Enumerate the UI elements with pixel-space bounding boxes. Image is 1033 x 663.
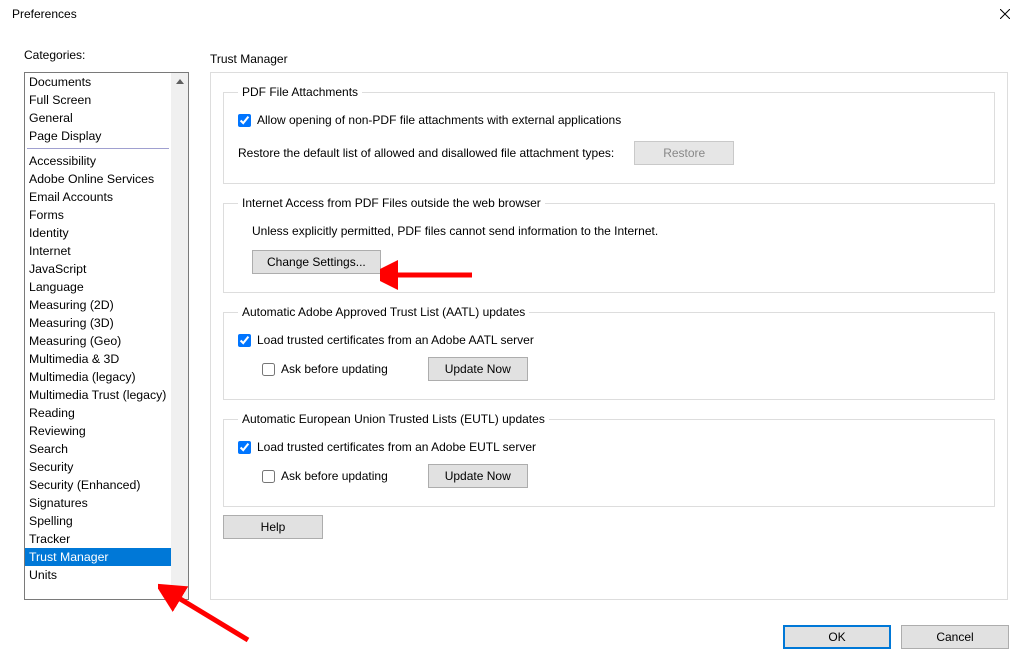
aatl-group: Automatic Adobe Approved Trust List (AAT… <box>223 305 995 400</box>
change-settings-button[interactable]: Change Settings... <box>252 250 381 274</box>
category-item[interactable]: Language <box>25 278 171 296</box>
eutl-update-button[interactable]: Update Now <box>428 464 528 488</box>
close-icon <box>1000 9 1010 19</box>
internet-access-group: Internet Access from PDF Files outside t… <box>223 196 995 293</box>
internet-access-legend: Internet Access from PDF Files outside t… <box>238 196 545 210</box>
category-item[interactable]: Measuring (2D) <box>25 296 171 314</box>
eutl-ask-checkbox[interactable] <box>262 470 275 483</box>
category-item[interactable]: Page Display <box>25 127 171 145</box>
eutl-ask-label: Ask before updating <box>281 469 388 483</box>
aatl-update-button[interactable]: Update Now <box>428 357 528 381</box>
category-item[interactable]: Security <box>25 458 171 476</box>
settings-panel: PDF File Attachments Allow opening of no… <box>210 72 1008 600</box>
category-item[interactable]: Measuring (3D) <box>25 314 171 332</box>
panel-title: Trust Manager <box>210 52 288 66</box>
dialog-footer: OK Cancel <box>783 625 1009 649</box>
restore-button[interactable]: Restore <box>634 141 734 165</box>
internet-access-description: Unless explicitly permitted, PDF files c… <box>252 224 658 238</box>
eutl-load-checkbox[interactable] <box>238 441 251 454</box>
category-item[interactable]: Tracker <box>25 530 171 548</box>
allow-nonpdf-checkbox[interactable] <box>238 114 251 127</box>
category-item[interactable]: Search <box>25 440 171 458</box>
aatl-ask-label: Ask before updating <box>281 362 388 376</box>
category-item[interactable]: Identity <box>25 224 171 242</box>
scroll-track[interactable] <box>171 90 188 582</box>
eutl-group: Automatic European Union Trusted Lists (… <box>223 412 995 507</box>
aatl-ask-checkbox[interactable] <box>262 363 275 376</box>
category-item[interactable]: Trust Manager <box>25 548 171 566</box>
category-item[interactable]: Reviewing <box>25 422 171 440</box>
aatl-load-checkbox[interactable] <box>238 334 251 347</box>
category-item[interactable]: Multimedia & 3D <box>25 350 171 368</box>
category-item[interactable]: Forms <box>25 206 171 224</box>
window-title: Preferences <box>12 7 77 21</box>
category-separator <box>27 148 169 149</box>
categories-label: Categories: <box>24 48 1009 62</box>
chevron-up-icon <box>176 79 184 84</box>
allow-nonpdf-label: Allow opening of non-PDF file attachment… <box>257 113 621 127</box>
category-item[interactable]: Multimedia (legacy) <box>25 368 171 386</box>
scroll-down-button[interactable] <box>171 582 188 599</box>
category-item[interactable]: General <box>25 109 171 127</box>
eutl-legend: Automatic European Union Trusted Lists (… <box>238 412 549 426</box>
category-item[interactable]: Adobe Online Services <box>25 170 171 188</box>
category-item[interactable]: Security (Enhanced) <box>25 476 171 494</box>
aatl-legend: Automatic Adobe Approved Trust List (AAT… <box>238 305 529 319</box>
category-item[interactable]: Multimedia Trust (legacy) <box>25 386 171 404</box>
restore-description: Restore the default list of allowed and … <box>238 146 614 160</box>
category-item[interactable]: Accessibility <box>25 152 171 170</box>
eutl-load-label: Load trusted certificates from an Adobe … <box>257 440 536 454</box>
close-button[interactable] <box>985 0 1025 28</box>
category-item[interactable]: Email Accounts <box>25 188 171 206</box>
categories-listbox[interactable]: DocumentsFull ScreenGeneralPage Display A… <box>24 72 189 600</box>
category-item[interactable]: Units <box>25 566 171 584</box>
category-item[interactable]: Measuring (Geo) <box>25 332 171 350</box>
category-item[interactable]: Reading <box>25 404 171 422</box>
pdf-attachments-legend: PDF File Attachments <box>238 85 362 99</box>
category-item[interactable]: Spelling <box>25 512 171 530</box>
category-item[interactable]: JavaScript <box>25 260 171 278</box>
scroll-up-button[interactable] <box>171 73 188 90</box>
aatl-load-label: Load trusted certificates from an Adobe … <box>257 333 534 347</box>
categories-scrollbar[interactable] <box>171 73 188 599</box>
help-button[interactable]: Help <box>223 515 323 539</box>
category-item[interactable]: Documents <box>25 73 171 91</box>
category-item[interactable]: Full Screen <box>25 91 171 109</box>
category-item[interactable]: Internet <box>25 242 171 260</box>
pdf-attachments-group: PDF File Attachments Allow opening of no… <box>223 85 995 184</box>
cancel-button[interactable]: Cancel <box>901 625 1009 649</box>
category-item[interactable]: Signatures <box>25 494 171 512</box>
chevron-down-icon <box>176 588 184 593</box>
ok-button[interactable]: OK <box>783 625 891 649</box>
titlebar: Preferences <box>0 0 1033 28</box>
